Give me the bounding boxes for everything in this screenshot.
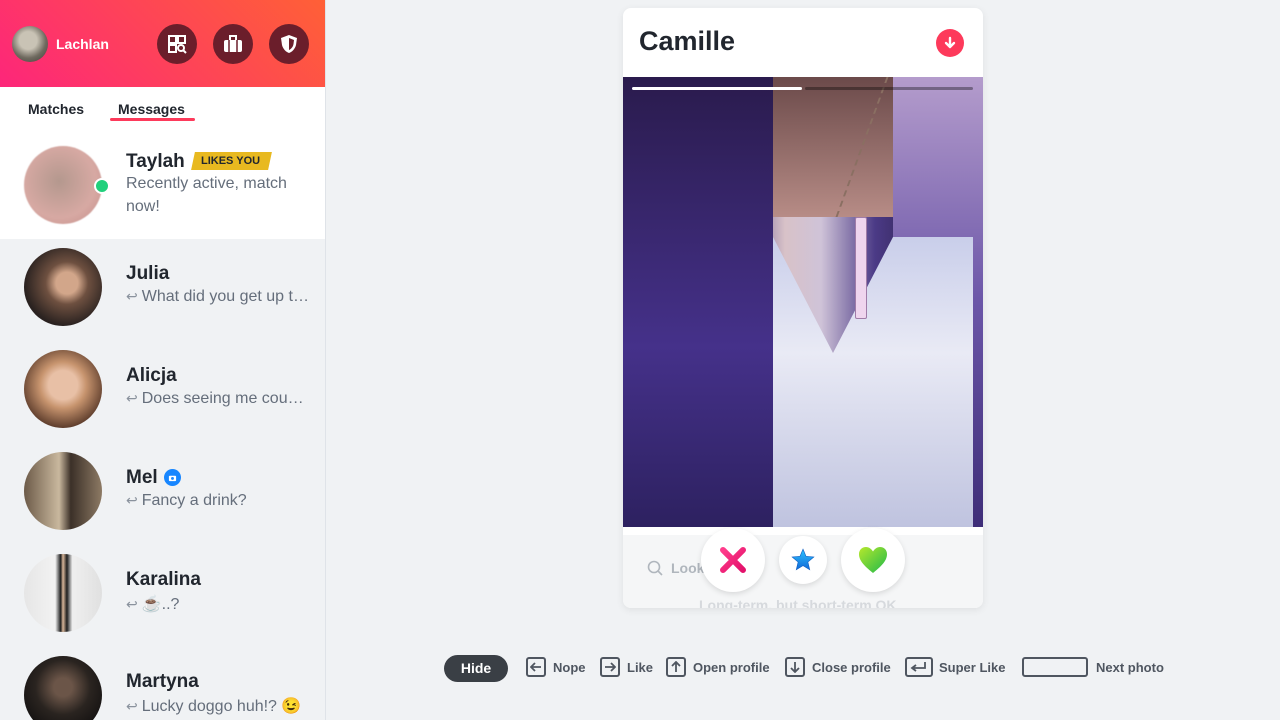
avatar[interactable] bbox=[24, 452, 102, 530]
conversation-name: Taylah bbox=[126, 151, 185, 172]
briefcase-icon bbox=[224, 35, 242, 52]
shield-icon bbox=[281, 35, 297, 53]
super-like-button[interactable] bbox=[779, 536, 827, 584]
conversation-preview: ↩Does seeing me count as a drink? bbox=[126, 390, 311, 407]
shortcut-label-nope: Nope bbox=[553, 660, 586, 675]
explore-icon bbox=[168, 35, 187, 54]
down-arrow-icon bbox=[785, 657, 805, 677]
reply-icon: ↩ bbox=[126, 698, 138, 714]
necklace-pendant bbox=[855, 217, 867, 319]
looking-for-value: Long-term, but short-term OK bbox=[699, 597, 897, 608]
spacebar-icon bbox=[1022, 657, 1088, 677]
work-mode-button[interactable] bbox=[213, 24, 253, 64]
conversation-preview: ↩ ☕..? bbox=[126, 596, 180, 613]
profile-avatar[interactable] bbox=[12, 26, 48, 62]
conversation-preview: ↩What did you get up to today? bbox=[126, 288, 311, 305]
like-icon bbox=[859, 547, 887, 573]
reply-icon: ↩ bbox=[126, 596, 138, 612]
avatar[interactable] bbox=[24, 146, 102, 224]
likes-you-badge: LIKES YOU bbox=[191, 152, 273, 170]
sidebar-header: Lachlan bbox=[0, 0, 325, 87]
avatar[interactable] bbox=[24, 248, 102, 326]
profile-card: Camille Looking for Long-term, but short… bbox=[623, 8, 983, 608]
safety-button[interactable] bbox=[269, 24, 309, 64]
conversation-name: Martyna bbox=[126, 671, 199, 692]
shortcut-label-open-profile: Open profile bbox=[693, 660, 770, 675]
conversation-preview: ↩ Lucky doggo huh!? 😉 bbox=[126, 698, 302, 715]
reply-icon: ↩ bbox=[126, 492, 138, 508]
hide-shortcuts-button[interactable]: Hide bbox=[444, 655, 508, 682]
nope-button[interactable] bbox=[701, 528, 765, 592]
explore-button[interactable] bbox=[157, 24, 197, 64]
sidebar: Lachlan Matches Messages Taylah LIKES YO… bbox=[0, 0, 325, 720]
close-profile-button[interactable] bbox=[936, 29, 964, 57]
shortcut-label-like: Like bbox=[627, 660, 654, 675]
tab-matches[interactable]: Matches bbox=[28, 101, 84, 117]
left-arrow-icon bbox=[526, 657, 546, 677]
conversation-name: Mel bbox=[126, 467, 158, 488]
conversation-name: Karalina bbox=[126, 569, 201, 590]
active-tab-indicator bbox=[110, 118, 195, 121]
like-button[interactable] bbox=[841, 528, 905, 592]
enter-icon bbox=[905, 657, 933, 677]
shortcut-label-next-photo: Next photo bbox=[1096, 660, 1164, 675]
reply-icon: ↩ bbox=[126, 288, 138, 304]
conversation-name: Julia bbox=[126, 263, 170, 284]
online-indicator bbox=[94, 178, 110, 194]
right-arrow-icon bbox=[600, 657, 620, 677]
shortcut-label-super-like: Super Like bbox=[939, 660, 1006, 675]
shortcut-label-close-profile: Close profile bbox=[812, 660, 891, 675]
sidebar-tabs: Matches Messages bbox=[0, 87, 325, 137]
arrow-down-icon bbox=[944, 36, 956, 49]
avatar[interactable] bbox=[24, 350, 102, 428]
photo-progress-active[interactable] bbox=[632, 87, 802, 90]
super-like-icon bbox=[791, 548, 815, 571]
nope-icon bbox=[720, 547, 746, 573]
conversation-name: Alicja bbox=[126, 365, 177, 386]
photo-progress-inactive[interactable] bbox=[805, 87, 973, 90]
tab-messages[interactable]: Messages bbox=[118, 101, 185, 117]
profile-name: Camille bbox=[639, 26, 736, 56]
conversation-preview: Recently active, match now! bbox=[126, 175, 287, 215]
up-arrow-icon bbox=[666, 657, 686, 677]
verified-badge-icon bbox=[164, 469, 181, 486]
profile-photo[interactable] bbox=[623, 77, 983, 527]
reply-icon: ↩ bbox=[126, 390, 138, 406]
profile-name[interactable]: Lachlan bbox=[56, 36, 109, 52]
avatar[interactable] bbox=[24, 554, 102, 632]
search-icon bbox=[647, 560, 663, 576]
conversation-preview: ↩ Fancy a drink? bbox=[126, 492, 247, 509]
